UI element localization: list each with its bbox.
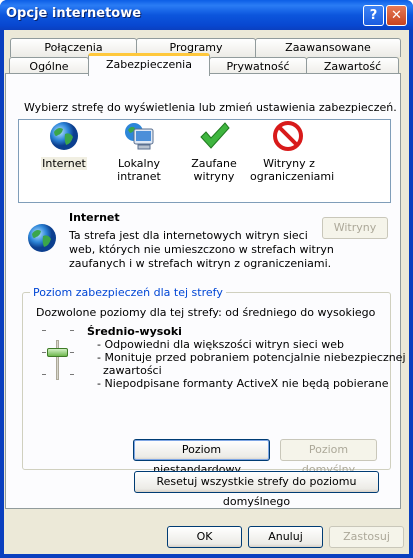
- slider-tick: [42, 330, 46, 331]
- zone-label-line: witryny: [193, 170, 235, 183]
- security-slider-track[interactable]: [56, 340, 59, 380]
- level-bullet: - Odpowiedni dla większości witryn sieci…: [97, 338, 344, 351]
- zone-internet-label[interactable]: Internet: [41, 157, 87, 170]
- zone-label-line: Witryny z: [263, 157, 315, 170]
- zone-label-line: intranet: [117, 170, 161, 183]
- selected-zone-name: Internet: [69, 211, 120, 224]
- globe-icon[interactable]: [48, 120, 80, 152]
- ok-button[interactable]: OK: [167, 526, 242, 548]
- checkmark-icon[interactable]: [198, 120, 230, 152]
- sites-button[interactable]: Witryny: [322, 217, 388, 239]
- zone-label-line: ograniczeniami: [250, 170, 335, 183]
- level-bullet: zawartości: [103, 364, 162, 377]
- globe-icon: [28, 224, 56, 252]
- zone-label-line: Zaufane: [191, 157, 237, 170]
- default-level-button[interactable]: Poziom domyślny: [280, 439, 377, 476]
- panel-content: Wybierz strefę do wyświetlenia lub zmień…: [0, 0, 413, 558]
- slider-tick: [42, 352, 46, 353]
- security-level-name: Średnio-wysoki: [87, 325, 182, 338]
- apply-button[interactable]: Zastosuj: [329, 526, 404, 548]
- prohibited-icon[interactable]: [272, 120, 304, 152]
- slider-tick: [70, 330, 74, 331]
- zone-description-line: Ta strefa jest dla internetowych witryn …: [69, 229, 308, 242]
- zone-description-line: web, których nie umieszczono w strefach …: [69, 243, 334, 256]
- zone-instruction: Wybierz strefę do wyświetlenia lub zmień…: [24, 101, 397, 114]
- level-bullet: - Niepodpisane formanty ActiveX nie będą…: [97, 377, 389, 390]
- computer-icon[interactable]: [122, 120, 156, 154]
- custom-level-button[interactable]: Poziom niestandardowy...: [133, 439, 270, 476]
- zone-label-line: Lokalny: [117, 157, 161, 170]
- level-bullet: - Monituje przed pobraniem potencjalnie …: [97, 351, 406, 364]
- zone-label-line: Internet: [42, 157, 86, 170]
- slider-tick: [70, 374, 74, 375]
- zone-description-line: zaufanych i w strefach witryn z ogranicz…: [69, 257, 332, 270]
- allowed-levels-text: Dozwolone poziomy dla tej strefy: od śre…: [36, 306, 376, 319]
- slider-tick: [42, 374, 46, 375]
- group-title: Poziom zabezpieczeń dla tej strefy: [30, 286, 226, 299]
- security-slider-thumb[interactable]: [47, 348, 68, 357]
- reset-all-zones-button[interactable]: Resetuj wszystkie strefy do poziomu domy…: [134, 471, 379, 508]
- cancel-button[interactable]: Anuluj: [248, 526, 323, 548]
- slider-tick: [70, 352, 74, 353]
- zone-restricted-sites-label[interactable]: Witryny z ograniczeniami: [250, 157, 335, 183]
- zone-local-intranet-label[interactable]: Lokalny intranet: [110, 157, 168, 183]
- zone-trusted-sites-label[interactable]: Zaufane witryny: [185, 157, 243, 183]
